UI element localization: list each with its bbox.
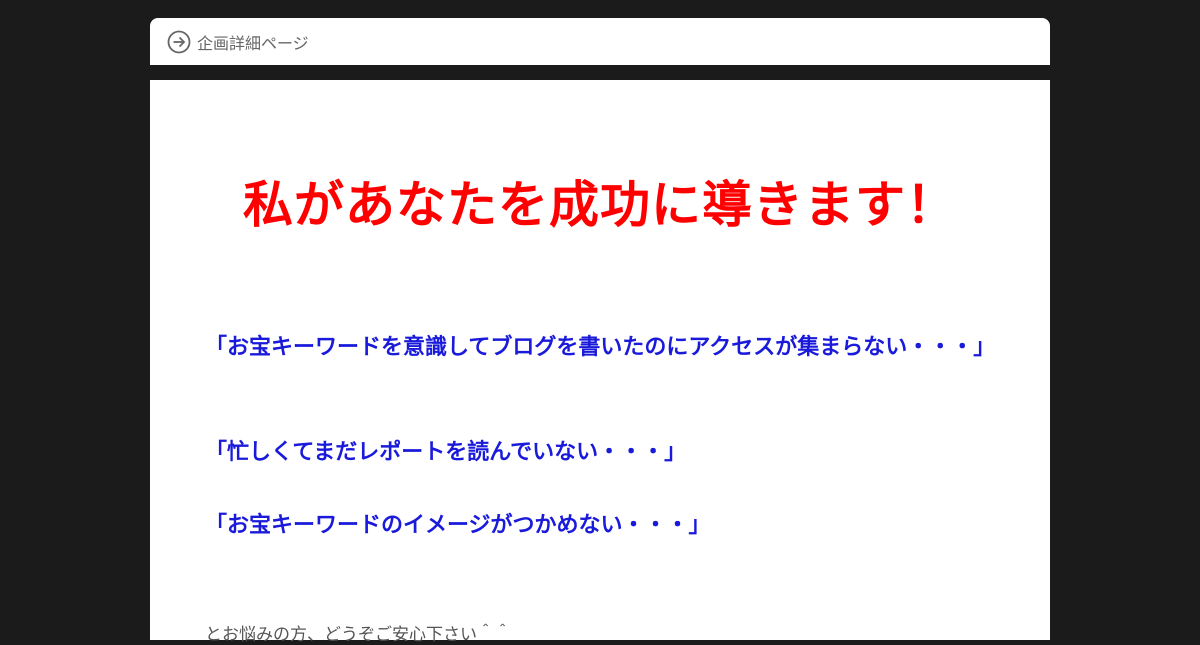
arrow-right-circle-icon[interactable] (167, 30, 191, 54)
page-header: 企画詳細ページ (150, 18, 1050, 65)
quote-item: 「お宝キーワードのイメージがつかめない・・・」 (205, 513, 711, 538)
page-title: 企画詳細ページ (197, 33, 309, 53)
headline: 私があなたを成功に導きます！ (243, 176, 957, 234)
quote-item: 「忙しくてまだレポートを読んでいない・・・」 (205, 440, 687, 465)
quote-item: 「お宝キーワードを意識してブログを書いたのにアクセスが集まらない・・・」 (205, 335, 996, 360)
content-panel: 私があなたを成功に導きます！ 「お宝キーワードを意識してブログを書いたのにアクセ… (150, 80, 1050, 645)
body-text: とお悩みの方、どうぞご安心下さい＾＾ (205, 625, 511, 645)
